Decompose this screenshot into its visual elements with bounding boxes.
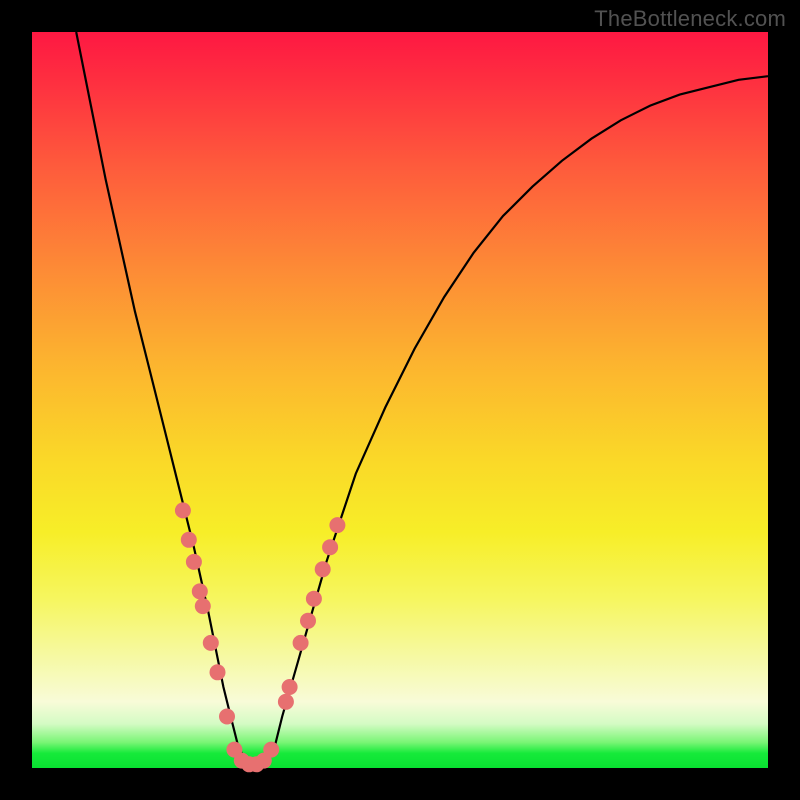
curve-markers	[175, 502, 346, 772]
data-point	[322, 539, 338, 555]
data-point	[293, 635, 309, 651]
data-point	[210, 664, 226, 680]
data-point	[300, 613, 316, 629]
plot-area	[32, 32, 768, 768]
data-point	[203, 635, 219, 651]
data-point	[263, 742, 279, 758]
data-point	[175, 502, 191, 518]
data-point	[186, 554, 202, 570]
data-point	[315, 561, 331, 577]
chart-frame: TheBottleneck.com	[0, 0, 800, 800]
data-point	[306, 591, 322, 607]
data-point	[329, 517, 345, 533]
watermark-text: TheBottleneck.com	[594, 6, 786, 32]
data-point	[181, 532, 197, 548]
data-point	[195, 598, 211, 614]
data-point	[219, 709, 235, 725]
data-point	[282, 679, 298, 695]
data-point	[192, 583, 208, 599]
bottleneck-curve	[76, 32, 768, 764]
curve-layer	[32, 32, 768, 768]
data-point	[278, 694, 294, 710]
